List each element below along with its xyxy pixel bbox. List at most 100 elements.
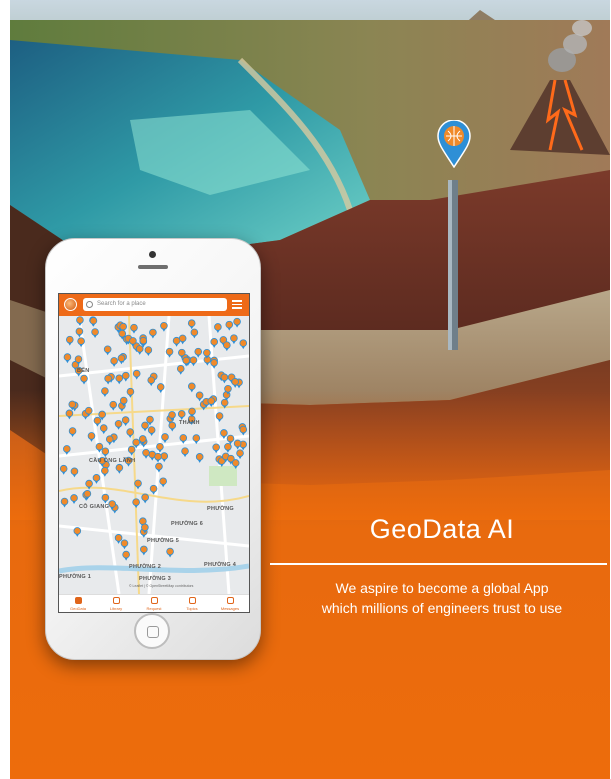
map-pin-icon[interactable] bbox=[189, 356, 198, 367]
tagline: We aspire to become a global App which m… bbox=[268, 578, 610, 618]
map-pin-icon[interactable] bbox=[188, 382, 196, 393]
map-pin-icon[interactable] bbox=[115, 374, 124, 385]
map-pin-icon[interactable] bbox=[194, 347, 203, 358]
map-pin-icon[interactable] bbox=[161, 433, 169, 443]
map-pin-icon[interactable] bbox=[220, 373, 229, 384]
map-pin-icon[interactable] bbox=[223, 341, 231, 352]
map-pin-icon[interactable] bbox=[122, 550, 130, 561]
poster: Search for a place BẾN THÀNH CẦU ÔNG LÃN… bbox=[10, 0, 610, 779]
map-pin-icon[interactable] bbox=[233, 317, 241, 328]
camera-icon bbox=[149, 251, 156, 258]
map-pin-icon[interactable] bbox=[89, 316, 98, 327]
map-pin-icon[interactable] bbox=[156, 442, 164, 453]
search-icon bbox=[86, 301, 93, 308]
app-header: Search for a place bbox=[59, 294, 249, 316]
map-pin-icon[interactable] bbox=[92, 474, 101, 484]
map-pin-icon[interactable] bbox=[99, 424, 108, 435]
map-pin-icon[interactable] bbox=[207, 397, 216, 408]
map-pin-icon[interactable] bbox=[103, 345, 112, 356]
map-pin-icon[interactable] bbox=[120, 539, 129, 550]
map-pin-icon[interactable] bbox=[195, 453, 204, 463]
map-pin-icon[interactable] bbox=[176, 364, 185, 375]
map-pin-icon[interactable] bbox=[101, 493, 110, 504]
map-pin-icon[interactable] bbox=[187, 319, 196, 330]
map-pin-icon[interactable] bbox=[233, 439, 242, 450]
tagline-line-2: which millions of engineers trust to use bbox=[321, 600, 563, 616]
map-pin-icon[interactable] bbox=[168, 421, 177, 432]
map-pin-icon[interactable] bbox=[60, 497, 69, 508]
map-pin-icon[interactable] bbox=[76, 316, 84, 327]
megaphone-icon bbox=[150, 597, 158, 604]
map-pin-icon[interactable] bbox=[159, 477, 167, 488]
map-pin-icon[interactable] bbox=[231, 378, 239, 388]
map-pin-icon[interactable] bbox=[121, 416, 130, 427]
map-pin-icon[interactable] bbox=[239, 425, 248, 436]
map-pin-icon[interactable] bbox=[190, 328, 199, 339]
tab-topics[interactable]: Topics bbox=[173, 595, 211, 612]
home-button[interactable] bbox=[134, 613, 170, 649]
map-pin-icon[interactable] bbox=[66, 335, 74, 346]
map-pin-icon[interactable] bbox=[149, 328, 157, 339]
map-pin-icon[interactable] bbox=[239, 339, 248, 350]
bell-icon bbox=[226, 597, 234, 604]
map-pin-icon[interactable] bbox=[160, 321, 168, 332]
tab-messages[interactable]: Messages bbox=[211, 595, 249, 612]
map-pin-icon[interactable] bbox=[63, 353, 72, 364]
map-pin-icon[interactable] bbox=[73, 527, 82, 537]
map-pin-icon[interactable] bbox=[154, 452, 162, 463]
tab-request[interactable]: Request bbox=[135, 595, 173, 612]
app-logo-icon[interactable] bbox=[64, 298, 77, 311]
map-pin-icon[interactable] bbox=[135, 345, 144, 355]
map-pin-icon[interactable] bbox=[104, 374, 112, 385]
map-pin-icon[interactable] bbox=[101, 447, 110, 458]
map-pin-icon[interactable] bbox=[224, 442, 232, 453]
map-pin-icon[interactable] bbox=[132, 498, 140, 509]
map-pin-icon[interactable] bbox=[236, 449, 244, 460]
map-pin-icon[interactable] bbox=[225, 320, 234, 331]
map-pin-icon[interactable] bbox=[117, 354, 126, 365]
map-pin-icon[interactable] bbox=[121, 371, 130, 382]
map-pin-icon[interactable] bbox=[172, 336, 181, 347]
map-pin-icon[interactable] bbox=[87, 432, 96, 442]
map-pin-icon[interactable] bbox=[115, 463, 124, 474]
map-pin-icon[interactable] bbox=[195, 391, 204, 402]
map-pin-icon[interactable] bbox=[141, 421, 149, 432]
map-pin-icon[interactable] bbox=[70, 467, 79, 478]
bottom-tab-bar: GeoData Library Request Topics Messages bbox=[59, 594, 249, 612]
map-pin-icon[interactable] bbox=[142, 449, 150, 459]
map-pin-icon[interactable] bbox=[105, 435, 114, 446]
map-pin-icon[interactable] bbox=[147, 426, 156, 437]
map-pin-icon[interactable] bbox=[110, 357, 118, 367]
map-pin-icon[interactable] bbox=[177, 410, 186, 420]
map-pin-icon[interactable] bbox=[140, 545, 148, 556]
map-pin-icon[interactable] bbox=[101, 387, 109, 398]
map-pin-icon[interactable] bbox=[114, 419, 123, 430]
app-screen: Search for a place BẾN THÀNH CẦU ÔNG LÃN… bbox=[58, 293, 250, 613]
map-pin-icon[interactable] bbox=[144, 346, 153, 357]
map-pin-icon[interactable] bbox=[230, 334, 238, 345]
map-view[interactable]: BẾN THÀNH CẦU ÔNG LÃNH CÔ GIANG PHƯỜNG 6… bbox=[59, 315, 249, 595]
search-input[interactable]: Search for a place bbox=[83, 298, 227, 311]
map-pin-icon[interactable] bbox=[141, 493, 149, 504]
map-pin-icon[interactable] bbox=[109, 400, 118, 411]
map-pin-icon[interactable] bbox=[70, 494, 78, 504]
map-pin-icon[interactable] bbox=[214, 323, 222, 333]
tab-library[interactable]: Library bbox=[97, 595, 135, 612]
map-canvas[interactable] bbox=[59, 315, 249, 595]
map-pin-icon[interactable] bbox=[160, 452, 169, 463]
map-pin-icon[interactable] bbox=[91, 328, 99, 339]
map-pin-icon[interactable] bbox=[68, 427, 77, 438]
map-pin-icon[interactable] bbox=[65, 409, 74, 420]
tab-geodata[interactable]: GeoData bbox=[59, 595, 97, 612]
map-pin-icon[interactable] bbox=[80, 374, 88, 385]
map-pin-icon[interactable] bbox=[130, 323, 138, 334]
menu-icon[interactable] bbox=[232, 300, 242, 310]
map-pin-icon[interactable] bbox=[59, 464, 68, 475]
map-pin-icon[interactable] bbox=[182, 356, 190, 367]
list-icon bbox=[188, 597, 196, 604]
map-pin-icon[interactable] bbox=[178, 334, 187, 345]
map-pin-icon[interactable] bbox=[181, 447, 189, 458]
map-pin-icon[interactable] bbox=[166, 547, 174, 558]
map-pin-icon[interactable] bbox=[132, 369, 141, 380]
map-pin-icon[interactable] bbox=[147, 376, 156, 387]
